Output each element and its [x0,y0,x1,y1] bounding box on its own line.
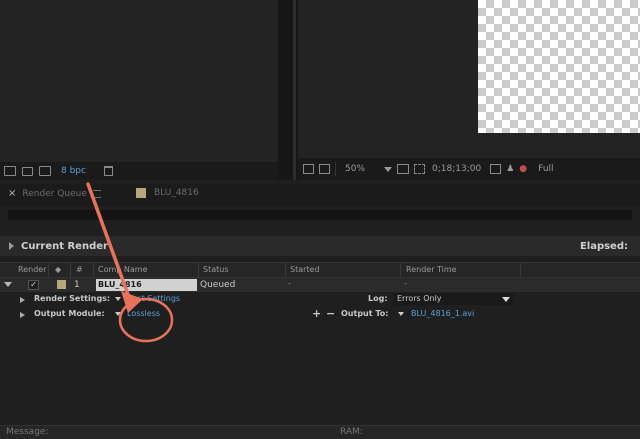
render-time-value: - [404,279,407,289]
mask-visibility-icon[interactable] [414,164,425,174]
render-queue-header: Render ◆ # Comp Name Status Started Rend… [0,262,640,278]
expand-triangle-icon[interactable] [9,242,14,250]
output-to-link[interactable]: BLU_4816_1.avi [411,309,474,318]
grid-icon[interactable] [397,164,409,174]
render-settings-row: Render Settings: Best Settings Log: Erro… [0,294,640,307]
new-folder-icon[interactable] [22,167,33,176]
project-toolbar: 8 bpc [0,162,278,180]
expand-triangle-icon[interactable] [20,297,25,303]
chevron-down-icon [502,297,510,302]
tab-label: BLU_4816 [154,188,199,198]
toolbar-separator [335,162,336,176]
panel-menu-icon[interactable] [93,190,101,198]
close-icon[interactable]: × [8,188,16,199]
output-module-dropdown-icon[interactable] [115,312,121,316]
column-divider [70,263,71,277]
trash-icon[interactable] [104,166,113,176]
column-divider [48,263,49,277]
column-started[interactable]: Started [290,265,320,274]
timecode[interactable]: 0;18;13;00 [432,164,481,174]
tab-composition[interactable]: BLU_4816 [136,188,199,198]
panel-divider-line [293,0,296,180]
snapshot-icon[interactable] [490,164,501,174]
started-value: - [288,279,291,289]
column-divider [93,263,94,277]
column-render-time[interactable]: Render Time [406,265,457,274]
elapsed-label: Elapsed: [580,241,628,252]
status-footer: Message: RAM: [0,425,640,439]
always-preview-icon[interactable] [303,164,314,174]
show-snapshot-icon[interactable]: ♟ [506,164,514,174]
log-label: Log: [368,294,388,303]
zoom-dropdown-icon[interactable] [384,167,392,172]
render-checkbox[interactable]: ✓ [28,280,39,290]
viewer-toolbar: 50% 0;18;13;00 ♟ ● Full [298,158,640,180]
label-color-swatch[interactable] [57,280,66,289]
output-to-dropdown-icon[interactable] [398,312,404,316]
column-status[interactable]: Status [203,265,229,274]
column-divider [198,263,199,277]
status-value: Queued [200,280,235,290]
log-value: Errors Only [397,294,442,303]
column-divider [400,263,401,277]
ram-label: RAM: [340,427,363,437]
label-tag-icon[interactable]: ◆ [55,265,61,274]
output-module-row: Output Module: Lossless + − Output To: B… [0,309,640,322]
tab-render-queue[interactable]: × Render Queue [8,188,101,199]
project-panel [0,0,278,162]
tab-label: Render Queue [22,189,86,199]
color-channel-icon[interactable]: ● [519,164,527,174]
column-divider [285,263,286,277]
output-module-label: Output Module: [34,309,105,318]
output-module-link[interactable]: Lossless [127,309,160,318]
log-select[interactable]: Errors Only [393,293,514,305]
column-divider [520,263,521,277]
column-number[interactable]: # [76,265,83,274]
remove-output-module-button[interactable]: − [326,307,335,320]
render-progress-bar [8,210,632,220]
new-composition-icon[interactable] [39,166,51,176]
current-render-title: Current Render [21,241,108,252]
zoom-level[interactable]: 50% [345,164,365,174]
comp-name-field[interactable]: BLU_4816 [96,279,197,291]
render-settings-link[interactable]: Best Settings [127,294,180,303]
current-render-bar: Current Render Elapsed: [0,236,640,256]
item-number: 1 [74,280,80,290]
bpc-button[interactable]: 8 bpc [61,166,86,176]
output-to-label: Output To: [341,309,388,318]
message-label: Message: [6,427,48,437]
transparency-grid [478,0,640,133]
render-settings-label: Render Settings: [34,294,110,303]
label-color-swatch [136,188,146,198]
render-item-row[interactable]: ✓ 1 BLU_4816 Queued - - [0,278,640,292]
region-icon[interactable] [319,164,330,174]
expand-triangle-icon[interactable] [20,312,25,318]
render-settings-dropdown-icon[interactable] [115,297,121,301]
column-comp-name[interactable]: Comp Name [98,265,148,274]
column-render[interactable]: Render [18,265,46,274]
expand-triangle-icon[interactable] [4,282,12,287]
add-output-module-button[interactable]: + [312,307,321,320]
resolution[interactable]: Full [538,164,553,174]
interpret-footage-icon[interactable] [4,166,16,176]
